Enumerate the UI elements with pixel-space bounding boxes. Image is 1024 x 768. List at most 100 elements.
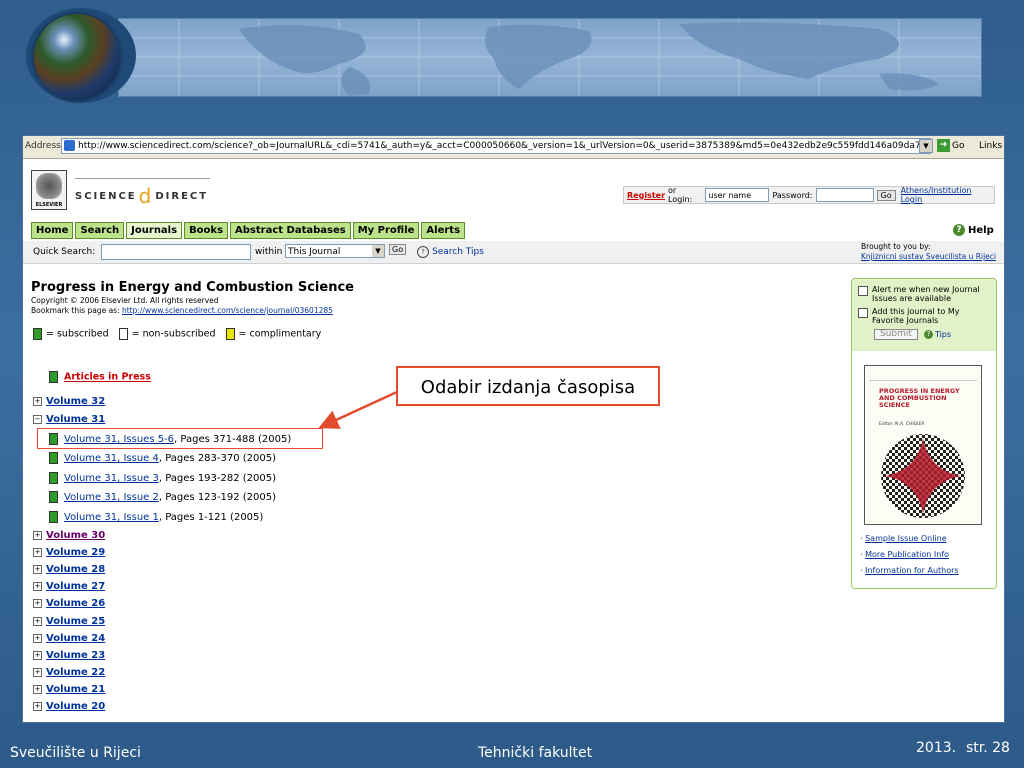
volume-link[interactable]: Volume 23	[46, 650, 105, 661]
volume-link[interactable]: Volume 25	[46, 616, 105, 627]
authors-info-link[interactable]: Information for Authors	[865, 566, 959, 575]
callout-arrow	[318, 390, 398, 429]
volume-link[interactable]: Volume 27	[46, 581, 105, 592]
complimentary-icon	[225, 328, 235, 340]
volume-link[interactable]: Volume 29	[46, 547, 105, 558]
volume-item[interactable]: + Volume 27	[33, 581, 105, 592]
bookmark-url-link[interactable]: http://www.sciencedirect.com/science/jou…	[122, 306, 333, 315]
volume-link[interactable]: Volume 21	[46, 684, 105, 695]
wordmark-at: d	[138, 184, 154, 208]
issue-item[interactable]: Volume 31, Issue 1, Pages 1-121 (2005)	[49, 511, 263, 523]
expand-icon[interactable]: +	[33, 396, 42, 406]
volume-item[interactable]: + Volume 25	[33, 616, 105, 627]
tips-icon: ?	[923, 330, 933, 339]
volume-item[interactable]: + Volume 28	[33, 564, 105, 575]
sample-issue-link[interactable]: Sample Issue Online	[865, 534, 947, 543]
volume-link[interactable]: Volume 24	[46, 633, 105, 644]
expand-icon[interactable]: +	[33, 530, 42, 540]
quick-search-go-button[interactable]: Go	[389, 244, 407, 255]
search-tips-label: Search Tips	[432, 247, 484, 257]
address-bar: Address http://www.sciencedirect.com/sci…	[23, 136, 1004, 159]
volume-link[interactable]: Volume 30	[46, 530, 105, 541]
volume-item[interactable]: + Volume 26	[33, 598, 105, 609]
ie-page-icon	[64, 140, 75, 151]
favorite-option[interactable]: Add this journal to My Favorite Journals	[858, 307, 990, 325]
url-field[interactable]: http://www.sciencedirect.com/science?_ob…	[61, 138, 931, 154]
tab-my-profile[interactable]: My Profile	[352, 222, 420, 239]
volume-link[interactable]: Volume 28	[46, 564, 105, 575]
issue-link[interactable]: Volume 31, Issue 1	[64, 512, 159, 523]
alerts-box: Alert me when new Journal Issues are ava…	[852, 279, 996, 351]
expand-icon[interactable]: +	[33, 684, 42, 694]
issue-item[interactable]: Volume 31, Issue 3, Pages 193-282 (2005)	[49, 472, 276, 484]
volume-link[interactable]: Volume 20	[46, 701, 105, 712]
username-input[interactable]	[705, 188, 770, 202]
authors-info-item[interactable]: · Information for Authors	[860, 563, 959, 579]
journal-cover[interactable]: PROGRESS IN ENERGY AND COMBUSTION SCIENC…	[864, 365, 982, 525]
within-label: within	[255, 247, 283, 257]
volume-item[interactable]: + Volume 29	[33, 547, 105, 558]
expand-icon[interactable]: +	[33, 667, 42, 677]
library-link[interactable]: Knjiznicni sustav Sveucilista u Rijeci	[861, 252, 996, 262]
tab-home[interactable]: Home	[31, 222, 74, 239]
expand-icon[interactable]: +	[33, 598, 42, 608]
favorite-checkbox[interactable]	[858, 308, 868, 318]
subscribed-icon	[49, 472, 58, 484]
tab-abstract-databases[interactable]: Abstract Databases	[230, 222, 351, 239]
expand-icon[interactable]: +	[33, 547, 42, 557]
tab-search[interactable]: Search	[75, 222, 125, 239]
publication-info-link[interactable]: More Publication Info	[865, 550, 949, 559]
volume-item[interactable]: + Volume 22	[33, 667, 105, 678]
issue-item[interactable]: Volume 31, Issue 4, Pages 283-370 (2005)	[49, 452, 276, 464]
athens-login-link[interactable]: Athens/Institution Login	[901, 186, 994, 204]
search-tips-link[interactable]: ? Search Tips	[417, 246, 484, 258]
volume-item[interactable]: + Volume 30	[33, 530, 105, 541]
url-dropdown-icon[interactable]: ▼	[919, 139, 933, 153]
publication-info-item[interactable]: · More Publication Info	[860, 547, 959, 563]
volume-item[interactable]: + Volume 20	[33, 701, 105, 712]
tips-link[interactable]: ? Tips	[923, 330, 952, 339]
expand-icon[interactable]: +	[33, 701, 42, 711]
links-toolbar[interactable]: Links	[979, 141, 1002, 151]
address-go-button[interactable]: ➜ Go	[937, 139, 964, 152]
volume-item-expanded[interactable]: − Volume 31	[33, 414, 105, 425]
alert-option[interactable]: Alert me when new Journal Issues are ava…	[858, 285, 990, 303]
expand-icon[interactable]: +	[33, 581, 42, 591]
collapse-icon[interactable]: −	[33, 414, 42, 424]
register-link[interactable]: Register	[627, 191, 665, 200]
alert-checkbox[interactable]	[858, 286, 868, 296]
volume-link[interactable]: Volume 26	[46, 598, 105, 609]
articles-in-press-link[interactable]: Articles in Press	[49, 371, 151, 383]
sciencedirect-logo[interactable]: ELSEVIER SCIENCE d DIRECT	[31, 170, 210, 210]
tab-books[interactable]: Books	[184, 222, 229, 239]
issue-link[interactable]: Volume 31, Issue 4	[64, 453, 159, 464]
login-go-button[interactable]: Go	[876, 189, 896, 201]
sample-issue-item[interactable]: · Sample Issue Online	[860, 531, 959, 547]
expand-icon[interactable]: +	[33, 650, 42, 660]
expand-icon[interactable]: +	[33, 564, 42, 574]
sciencedirect-wordmark: SCIENCE d DIRECT	[75, 184, 208, 208]
volume-link[interactable]: Volume 22	[46, 667, 105, 678]
tab-journals[interactable]: Journals	[126, 222, 183, 239]
volume-link[interactable]: Volume 31	[46, 414, 105, 425]
expand-icon[interactable]: +	[33, 633, 42, 643]
volume-item[interactable]: + Volume 24	[33, 633, 105, 644]
volume-item[interactable]: + Volume 21	[33, 684, 105, 695]
help-link[interactable]: ? Help	[953, 224, 994, 236]
quick-search-input[interactable]	[101, 244, 251, 260]
subscribed-icon	[49, 452, 58, 464]
tab-alerts[interactable]: Alerts	[421, 222, 466, 239]
submit-button[interactable]: Submit	[874, 329, 918, 340]
tips-label: Tips	[934, 330, 952, 339]
elsevier-wordmark: ELSEVIER	[35, 202, 63, 208]
issue-link[interactable]: Volume 31, Issue 3	[64, 473, 159, 484]
password-input[interactable]	[815, 188, 874, 202]
expand-icon[interactable]: +	[33, 616, 42, 626]
issue-item[interactable]: Volume 31, Issue 2, Pages 123-192 (2005)	[49, 491, 276, 503]
volume-link[interactable]: Volume 32	[46, 396, 105, 407]
volume-item[interactable]: + Volume 32	[33, 396, 105, 407]
browser-screenshot: Address http://www.sciencedirect.com/sci…	[22, 135, 1005, 723]
issue-link[interactable]: Volume 31, Issue 2	[64, 492, 159, 503]
volume-item[interactable]: + Volume 23	[33, 650, 105, 661]
search-scope-select[interactable]: This Journal ▼	[285, 244, 385, 258]
